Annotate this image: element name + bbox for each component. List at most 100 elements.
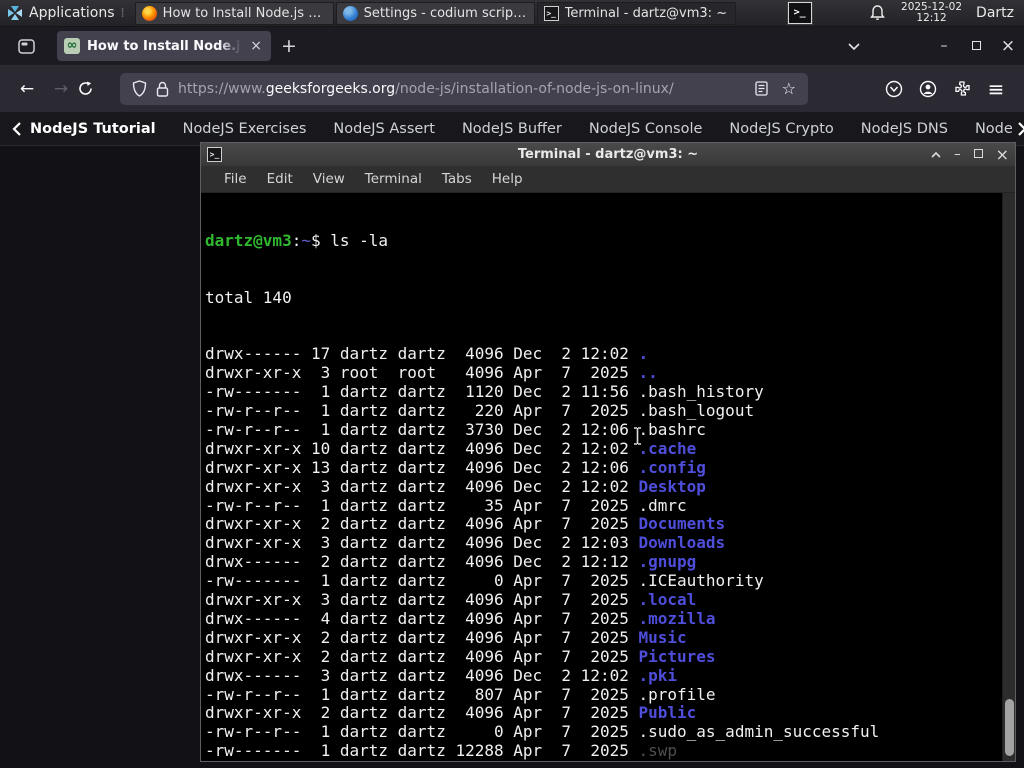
file-meta: drwx------ 4 dartz dartz 4096 Apr 7 2025 [205, 608, 639, 628]
terminal-line: drwxr-xr-x 3 root root 4096 Apr 7 2025 .… [205, 363, 1015, 383]
extensions-icon[interactable] [950, 80, 974, 97]
terminal-icon: >_ [543, 5, 559, 21]
prompt-user-host: dartz@vm3 [205, 230, 292, 250]
clock-time: 12:12 [916, 12, 947, 24]
file-meta: drwxr-xr-x 2 dartz dartz 4096 Apr 7 2025 [205, 627, 639, 647]
file-name: Public [638, 703, 697, 723]
site-nav-item-nodejs-tutorial[interactable]: NodeJS Tutorial [30, 121, 156, 137]
new-tab-button[interactable]: + [271, 35, 307, 57]
file-meta: -rw-r--r-- 1 dartz dartz 220 Apr 7 2025 [205, 400, 639, 420]
site-nav-item-node[interactable]: Node [975, 121, 1013, 137]
terminal-menu-view[interactable]: View [303, 171, 355, 187]
url-path: /node-js/installation-of-node-js-on-linu… [395, 80, 674, 97]
file-meta: -rw-r--r-- 1 dartz dartz 0 Apr 7 2025 [205, 722, 639, 742]
forward-icon[interactable]: → [44, 79, 78, 99]
terminal-total-line: total 140 [205, 287, 292, 307]
file-meta: drwxr-xr-x 13 dartz dartz 4096 Dec 2 12:… [205, 457, 639, 477]
terminal-titlebar[interactable]: >_ Terminal - dartz@vm3: ~ – × [201, 143, 1015, 166]
xfce-logo-icon [8, 6, 22, 20]
site-nav-item-nodejs-exercises[interactable]: NodeJS Exercises [183, 121, 307, 137]
file-name: .ICEauthority [638, 571, 764, 591]
file-name: .pki [638, 665, 678, 685]
terminal-line: -rw-r--r-- 1 dartz dartz 3730 Dec 2 12:0… [205, 420, 1015, 440]
terminal-menu-help[interactable]: Help [482, 171, 533, 187]
file-name: .gnupg [638, 552, 697, 572]
panel-clock[interactable]: 2025-12-02 12:12 [901, 2, 962, 24]
terminal-line: -rw-r--r-- 1 dartz dartz 35 Apr 7 2025 .… [205, 496, 1015, 516]
tab-title: How to Install Node.js on [87, 38, 242, 54]
terminal-output-rows: drwx------ 17 dartz dartz 4096 Dec 2 12:… [205, 344, 1015, 761]
terminal-menu-terminal[interactable]: Terminal [355, 171, 432, 187]
menu-icon[interactable]: ≡ [984, 77, 1008, 101]
file-name: . [638, 344, 649, 364]
file-name: .config [638, 457, 706, 477]
terminal-minimize-button[interactable]: – [954, 148, 961, 161]
file-name: .swp [638, 741, 678, 761]
bookmark-star-icon[interactable]: ☆ [782, 79, 796, 98]
site-nav-item-nodejs-crypto[interactable]: NodeJS Crypto [729, 121, 833, 137]
terminal-scrollbar-thumb[interactable] [1005, 699, 1014, 756]
terminal-scrollbar[interactable] [1002, 193, 1015, 761]
file-meta: -rw------- 1 dartz dartz 1120 Dec 2 11:5… [205, 382, 639, 402]
terminal-line: drwxr-xr-x 2 dartz dartz 4096 Apr 7 2025… [205, 514, 1015, 534]
file-name: Desktop [638, 476, 706, 496]
browser-restore-button[interactable] [960, 38, 992, 54]
site-nav-item-nodejs-dns[interactable]: NodeJS DNS [861, 121, 948, 137]
site-nav-item-nodejs-assert[interactable]: NodeJS Assert [333, 121, 435, 137]
browser-close-button[interactable]: × [992, 36, 1024, 56]
back-icon[interactable]: ← [10, 79, 44, 99]
file-name: .bash_logout [638, 400, 755, 420]
browser-minimize-button[interactable]: – [928, 38, 960, 54]
user-menu[interactable]: Dartz [976, 5, 1014, 21]
taskbar-button-label: How to Install Node.js o... [162, 5, 327, 21]
taskbar-button-settings-codium-script[interactable]: Settings - codium script... [335, 1, 535, 25]
terminal-window: >_ Terminal - dartz@vm3: ~ – × File Edit V… [200, 142, 1016, 762]
file-meta: drwxr-xr-x 3 dartz dartz 4096 Dec 2 12:0… [205, 476, 639, 496]
terminal-maximize-button[interactable] [973, 148, 983, 161]
terminal-line: drwxr-xr-x 13 dartz dartz 4096 Dec 2 12:… [205, 457, 1015, 478]
terminal-menu-file[interactable]: File [214, 171, 257, 187]
taskbar-button-how-to-install-node-js-o[interactable]: How to Install Node.js o... [134, 1, 334, 25]
file-name: .profile [638, 684, 716, 704]
tracking-shield-icon[interactable] [132, 80, 147, 97]
file-name: .cache [638, 438, 697, 458]
terminal-line: drwxr-xr-x 3 dartz dartz 4096 Dec 2 12:0… [205, 476, 1015, 497]
account-icon[interactable] [916, 80, 940, 98]
taskbar-button-terminal-dartz-vm3[interactable]: >_ Terminal - dartz@vm3: ~ [536, 1, 736, 25]
site-nav: NodeJS Tutorial NodeJS Exercises NodeJS As… [0, 112, 1024, 146]
site-nav-item-nodejs-buffer[interactable]: NodeJS Buffer [462, 121, 562, 137]
reader-mode-icon[interactable] [755, 81, 768, 96]
tab-close-icon[interactable]: × [248, 38, 264, 54]
url-scheme: https://www. [178, 80, 266, 97]
terminal-menu-edit[interactable]: Edit [257, 171, 303, 187]
site-nav-item-nodejs-console[interactable]: NodeJS Console [589, 121, 703, 137]
tray-terminal-icon[interactable]: >_ [786, 1, 813, 25]
browser-tab-active[interactable]: ∞ How to Install Node.js on × [57, 31, 271, 61]
terminal-shade-button[interactable] [931, 151, 941, 158]
file-meta: drwxr-xr-x 3 dartz dartz 4096 Dec 2 12:0… [205, 533, 639, 553]
file-name: Downloads [638, 533, 726, 553]
firefox-view-icon[interactable] [10, 35, 43, 58]
list-all-tabs-chevron-icon[interactable] [848, 42, 880, 50]
terminal-line: drwx------ 3 dartz dartz 4096 Dec 2 12:0… [205, 665, 1015, 686]
terminal-close-button[interactable]: × [996, 146, 1009, 163]
terminal-title: Terminal - dartz@vm3: ~ [517, 147, 699, 162]
reload-icon[interactable] [78, 81, 112, 96]
notification-bell-icon[interactable] [870, 5, 885, 21]
taskbar-button-label: Terminal - dartz@vm3: ~ [564, 5, 728, 21]
file-name: .bash_history [638, 382, 764, 402]
site-nav-back-chevron-icon[interactable] [12, 121, 22, 136]
file-name: .sudo_as_admin_successful [638, 722, 880, 742]
lock-icon[interactable] [156, 81, 169, 97]
url-bar[interactable]: https://www.geeksforgeeks.org/node-js/in… [120, 72, 808, 105]
terminal-menu-tabs[interactable]: Tabs [432, 171, 482, 187]
site-nav-next-chevron-icon[interactable] [1017, 121, 1024, 136]
file-meta: -rw-r--r-- 1 dartz dartz 807 Apr 7 2025 [205, 684, 639, 704]
file-meta: drwxr-xr-x 3 dartz dartz 4096 Apr 7 2025 [205, 590, 639, 610]
terminal-screen[interactable]: dartz@vm3:~$ ls -la total 140 drwx------… [201, 193, 1015, 761]
pocket-icon[interactable] [882, 80, 906, 98]
terminal-line: -rw------- 1 dartz dartz 0 Apr 7 2025 .I… [205, 571, 1015, 591]
prompt-cwd: ~ [301, 230, 311, 250]
applications-menu-button[interactable]: Applications ⁞ [0, 0, 133, 26]
file-name: .local [638, 590, 697, 610]
